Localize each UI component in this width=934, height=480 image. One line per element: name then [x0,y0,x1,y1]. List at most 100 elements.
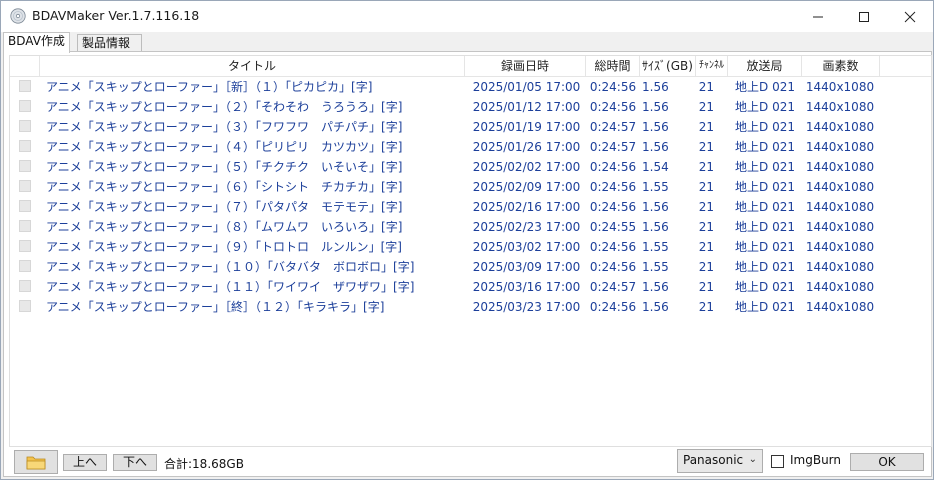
close-button[interactable] [887,1,933,32]
header-resolution[interactable]: 画素数 [802,56,880,76]
tab-bdav-create[interactable]: BDAV作成 [3,32,70,53]
row-checkbox[interactable] [19,140,31,152]
row-duration: 0:24:57 [589,120,637,134]
row-title: アニメ「スキップとローファー」（９）「トロトロ ルンルン」[字] [46,240,402,254]
row-resolution: 1440x1080 [805,80,875,94]
tab-strip: BDAV作成 製品情報 [1,32,933,53]
move-down-button[interactable]: 下へ [113,454,157,471]
maker-select-value: Panasonic [683,453,744,467]
row-duration: 0:24:57 [589,140,637,154]
row-duration: 0:24:56 [589,80,637,94]
header-title[interactable]: タイトル [40,56,465,76]
row-duration: 0:24:56 [589,300,637,314]
table-row[interactable]: アニメ「スキップとローファー」（８）「ムワムワ いろいろ」[字] 2025/02/… [10,217,931,237]
row-title: アニメ「スキップとローファー」［終］（１２）「キラキラ」[字] [46,300,385,314]
row-date: 2025/03/02 17:00 [472,240,581,254]
row-size: 1.56 [642,200,669,214]
header-station[interactable]: 放送局 [728,56,802,76]
imgburn-checkbox[interactable] [771,455,784,468]
row-date: 2025/03/09 17:00 [472,260,581,274]
row-checkbox[interactable] [19,220,31,232]
row-size: 1.54 [642,160,669,174]
row-checkbox[interactable] [19,200,31,212]
row-resolution: 1440x1080 [805,100,875,114]
bottom-toolbar: 上へ 下へ 合計:18.68GB Panasonic ⌄ ImgBurn OK [4,448,931,476]
row-station: 地上D 021 [735,280,795,294]
row-resolution: 1440x1080 [805,140,875,154]
row-checkbox[interactable] [19,180,31,192]
tab-product-info[interactable]: 製品情報 [77,34,142,52]
table-row[interactable]: アニメ「スキップとローファー」（２）「そわそわ うろうろ」[字] 2025/01/… [10,97,931,117]
row-channel: 21 [698,280,714,294]
table-row[interactable]: アニメ「スキップとローファー」（３）「フワフワ パチパチ」[字] 2025/01/… [10,117,931,137]
table-row[interactable]: アニメ「スキップとローファー」（７）「パタパタ モテモテ」[字] 2025/02/… [10,197,931,217]
row-size: 1.56 [642,100,669,114]
row-size: 1.55 [642,240,669,254]
program-list[interactable]: タイトル 録画日時 総時間 ｻｲｽﾞ(GB) ﾁｬﾝﾈﾙ 放送局 画素数 アニメ… [9,55,932,447]
table-row[interactable]: アニメ「スキップとローファー」（１１）「ワイワイ ザワザワ」[字] 2025/03… [10,277,931,297]
row-channel: 21 [698,240,714,254]
table-row[interactable]: アニメ「スキップとローファー」（１０）「バタバタ ボロボロ」[字] 2025/03… [10,257,931,277]
row-size: 1.56 [642,220,669,234]
row-checkbox[interactable] [19,260,31,272]
row-channel: 21 [698,300,714,314]
table-row[interactable]: アニメ「スキップとローファー」（５）「チクチク いそいそ」[字] 2025/02/… [10,157,931,177]
row-station: 地上D 021 [735,80,795,94]
header-duration[interactable]: 総時間 [586,56,640,76]
table-row[interactable]: アニメ「スキップとローファー」（４）「ピリピリ カツカツ」[字] 2025/01/… [10,137,931,157]
row-station: 地上D 021 [735,100,795,114]
table-row[interactable]: アニメ「スキップとローファー」［終］（１２）「キラキラ」[字] 2025/03/2… [10,297,931,317]
row-checkbox[interactable] [19,120,31,132]
row-checkbox[interactable] [19,280,31,292]
header-size[interactable]: ｻｲｽﾞ(GB) [640,56,696,76]
row-duration: 0:24:56 [589,160,637,174]
row-checkbox[interactable] [19,300,31,312]
row-size: 1.56 [642,80,669,94]
row-station: 地上D 021 [735,240,795,254]
header-check-column[interactable] [10,56,40,76]
row-title: アニメ「スキップとローファー」（８）「ムワムワ いろいろ」[字] [46,220,403,234]
row-date: 2025/03/16 17:00 [472,280,581,294]
row-resolution: 1440x1080 [805,200,875,214]
row-date: 2025/01/05 17:00 [472,80,581,94]
table-row[interactable]: アニメ「スキップとローファー」（６）「シトシト チカチカ」[字] 2025/02/… [10,177,931,197]
ok-button[interactable]: OK [850,453,924,471]
row-checkbox[interactable] [19,160,31,172]
row-resolution: 1440x1080 [805,120,875,134]
title-bar: BDAVMaker Ver.1.7.116.18 [1,1,933,32]
row-size: 1.56 [642,140,669,154]
row-checkbox[interactable] [19,80,31,92]
maker-select[interactable]: Panasonic ⌄ [677,449,763,473]
row-station: 地上D 021 [735,260,795,274]
row-title: アニメ「スキップとローファー」（３）「フワフワ パチパチ」[字] [46,120,403,134]
maximize-button[interactable] [841,1,887,32]
row-channel: 21 [698,120,714,134]
open-folder-button[interactable] [14,450,58,474]
row-resolution: 1440x1080 [805,280,875,294]
header-channel[interactable]: ﾁｬﾝﾈﾙ [696,56,728,76]
tab-panel: タイトル 録画日時 総時間 ｻｲｽﾞ(GB) ﾁｬﾝﾈﾙ 放送局 画素数 アニメ… [3,51,932,477]
header-date[interactable]: 録画日時 [465,56,586,76]
row-date: 2025/01/26 17:00 [472,140,581,154]
row-checkbox[interactable] [19,100,31,112]
row-title: アニメ「スキップとローファー」（１１）「ワイワイ ザワザワ」[字] [46,280,415,294]
chevron-down-icon: ⌄ [748,454,757,465]
move-up-button[interactable]: 上へ [63,454,107,471]
row-title: アニメ「スキップとローファー」［新］（１）「ピカピカ」[字] [46,80,373,94]
row-resolution: 1440x1080 [805,300,875,314]
row-station: 地上D 021 [735,160,795,174]
row-channel: 21 [698,200,714,214]
window-title: BDAVMaker Ver.1.7.116.18 [32,8,200,23]
row-duration: 0:24:57 [589,280,637,294]
row-duration: 0:24:55 [589,220,637,234]
table-row[interactable]: アニメ「スキップとローファー」（９）「トロトロ ルンルン」[字] 2025/03/… [10,237,931,257]
row-resolution: 1440x1080 [805,240,875,254]
row-duration: 0:24:56 [589,180,637,194]
row-date: 2025/02/02 17:00 [472,160,581,174]
row-checkbox[interactable] [19,240,31,252]
row-resolution: 1440x1080 [805,160,875,174]
minimize-button[interactable] [795,1,841,32]
table-row[interactable]: アニメ「スキップとローファー」［新］（１）「ピカピカ」[字] 2025/01/05… [10,77,931,97]
row-date: 2025/02/09 17:00 [472,180,581,194]
row-title: アニメ「スキップとローファー」（６）「シトシト チカチカ」[字] [46,180,403,194]
